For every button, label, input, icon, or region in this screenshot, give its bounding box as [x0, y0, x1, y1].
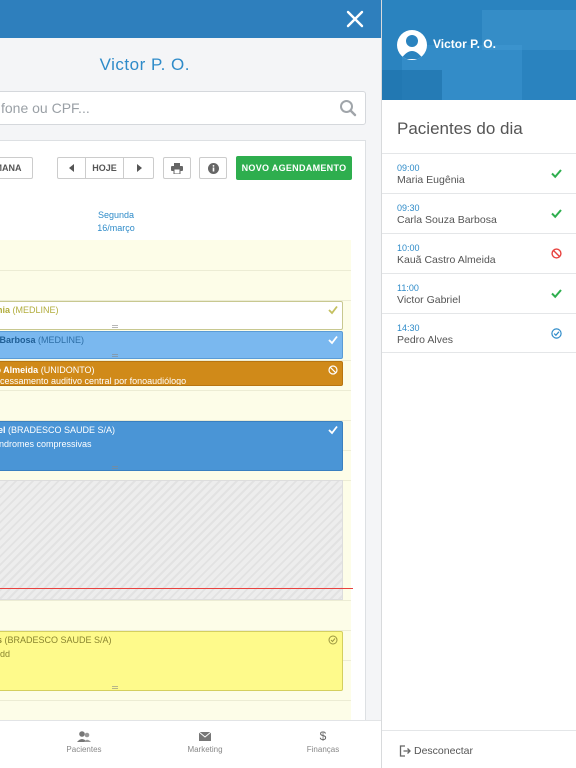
nav-marketing[interactable]: Marketing [165, 729, 245, 754]
date-label: 16/março [97, 223, 135, 233]
patient-time: 11:00 [397, 283, 419, 293]
appointment-card[interactable]: es (BRADESCO SAUDE S/A) Kidd [0, 631, 343, 691]
resize-handle[interactable] [112, 354, 118, 357]
grid-line [0, 600, 351, 601]
nav-pacientes[interactable]: Pacientes [44, 729, 124, 754]
resize-handle[interactable] [112, 466, 118, 469]
dollar-icon: $ [319, 729, 327, 743]
avatar[interactable] [397, 30, 427, 60]
people-icon [77, 731, 91, 742]
check-icon [551, 289, 562, 299]
cancelled-icon [551, 248, 562, 259]
nav-financas[interactable]: $ Finanças [283, 729, 363, 754]
search-box [0, 91, 366, 125]
resize-handle[interactable] [112, 686, 118, 689]
scheduled-icon [551, 328, 562, 339]
patient-time: 09:30 [397, 203, 420, 213]
calendar-card: MANA HOJE NOVO AGENDAMENTO [0, 140, 366, 740]
patient-item[interactable]: 10:00 Kauã Castro Almeida [382, 233, 576, 273]
appointment-title: ênia (MEDLINE) [0, 305, 59, 315]
blocked-time-slot [0, 480, 343, 600]
appointment-card[interactable]: ro Almeida (UNIDONTO) rocessamento audit… [0, 361, 343, 386]
envelope-icon [198, 731, 212, 741]
logout-icon [399, 745, 411, 757]
check-icon [328, 425, 338, 435]
info-button[interactable] [199, 157, 227, 179]
caret-right-icon [136, 164, 142, 172]
user-icon [401, 35, 423, 59]
sidebar-title: Pacientes do dia [397, 119, 523, 138]
patient-item[interactable]: 09:30 Carla Souza Barbosa [382, 193, 576, 233]
appointment-card[interactable]: ênia (MEDLINE) [0, 301, 343, 330]
patient-name: Kauã Castro Almeida [397, 254, 496, 266]
appointment-card[interactable]: riel (BRADESCO SAUDE S/A) síndromes comp… [0, 421, 343, 471]
bottom-navigation: Pacientes Marketing $ Finanças [0, 720, 381, 768]
grid-line [0, 700, 351, 701]
logout-label: Desconectar [414, 745, 473, 757]
printer-icon [171, 162, 183, 174]
appointment-procedure: síndromes compressivas [0, 439, 92, 449]
new-appointment-button[interactable]: NOVO AGENDAMENTO [236, 156, 352, 180]
logout-button[interactable]: Desconectar [382, 730, 576, 768]
patient-item[interactable]: 14:30 Pedro Alves [382, 313, 576, 353]
top-bar [0, 0, 381, 38]
patient-name: Maria Eugênia [397, 174, 465, 186]
search-icon[interactable] [339, 99, 357, 117]
patient-time: 14:30 [397, 323, 420, 333]
close-button[interactable] [343, 7, 367, 31]
caret-left-icon [68, 164, 74, 172]
today-button[interactable]: HOJE [86, 158, 124, 178]
grid-line [0, 390, 351, 391]
patients-sidebar: Victor P. O. Pacientes do dia 09:00 Mari… [382, 0, 576, 768]
appointment-title: ro Almeida (UNIDONTO) [0, 365, 95, 375]
sidebar-header: Victor P. O. [382, 0, 576, 100]
appointment-title: es (BRADESCO SAUDE S/A) [0, 635, 112, 645]
patient-time: 10:00 [397, 243, 420, 253]
patient-list: 09:00 Maria Eugênia 09:30 Carla Souza Ba… [382, 153, 576, 353]
nav-financas-label: Finanças [306, 745, 340, 754]
appointment-title: riel (BRADESCO SAUDE S/A) [0, 425, 116, 435]
date-navigation: HOJE [57, 157, 154, 179]
nav-pacientes-label: Pacientes [66, 745, 102, 754]
user-name: Victor P. O. [433, 37, 496, 51]
close-icon [346, 10, 364, 28]
search-input[interactable] [0, 92, 321, 124]
info-icon [207, 162, 219, 174]
previous-button[interactable] [58, 158, 86, 178]
scheduled-icon [328, 635, 338, 645]
patient-time: 09:00 [397, 163, 420, 173]
doctor-name: Victor P. O. [99, 55, 190, 74]
check-icon [551, 169, 562, 179]
patient-name: Pedro Alves [397, 334, 454, 346]
check-icon [551, 209, 562, 219]
patient-item[interactable]: 11:00 Victor Gabriel [382, 273, 576, 313]
check-icon [328, 335, 338, 345]
appointment-procedure: Kidd [0, 649, 11, 659]
patient-name: Carla Souza Barbosa [397, 214, 497, 226]
nav-marketing-label: Marketing [187, 745, 223, 754]
print-button[interactable] [163, 157, 191, 179]
patient-item[interactable]: 09:00 Maria Eugênia [382, 153, 576, 193]
check-icon [328, 305, 338, 315]
weekday-label: Segunda [97, 210, 135, 220]
appointment-procedure: rocessamento auditivo central por fonoau… [0, 376, 187, 386]
appointment-title: a Barbosa (MEDLINE) [0, 335, 85, 345]
main-panel: Victor P. O. MANA HOJE [0, 0, 381, 768]
appointment-card[interactable]: a Barbosa (MEDLINE) [0, 331, 343, 359]
grid-line [0, 270, 351, 271]
cancelled-icon [328, 365, 338, 375]
resize-handle[interactable] [112, 325, 118, 328]
current-time-line [0, 588, 353, 589]
week-view-button[interactable]: MANA [0, 157, 33, 179]
next-button[interactable] [124, 158, 153, 178]
day-column-header[interactable]: Segunda 16/março [81, 209, 151, 235]
patient-name: Victor Gabriel [397, 294, 461, 306]
